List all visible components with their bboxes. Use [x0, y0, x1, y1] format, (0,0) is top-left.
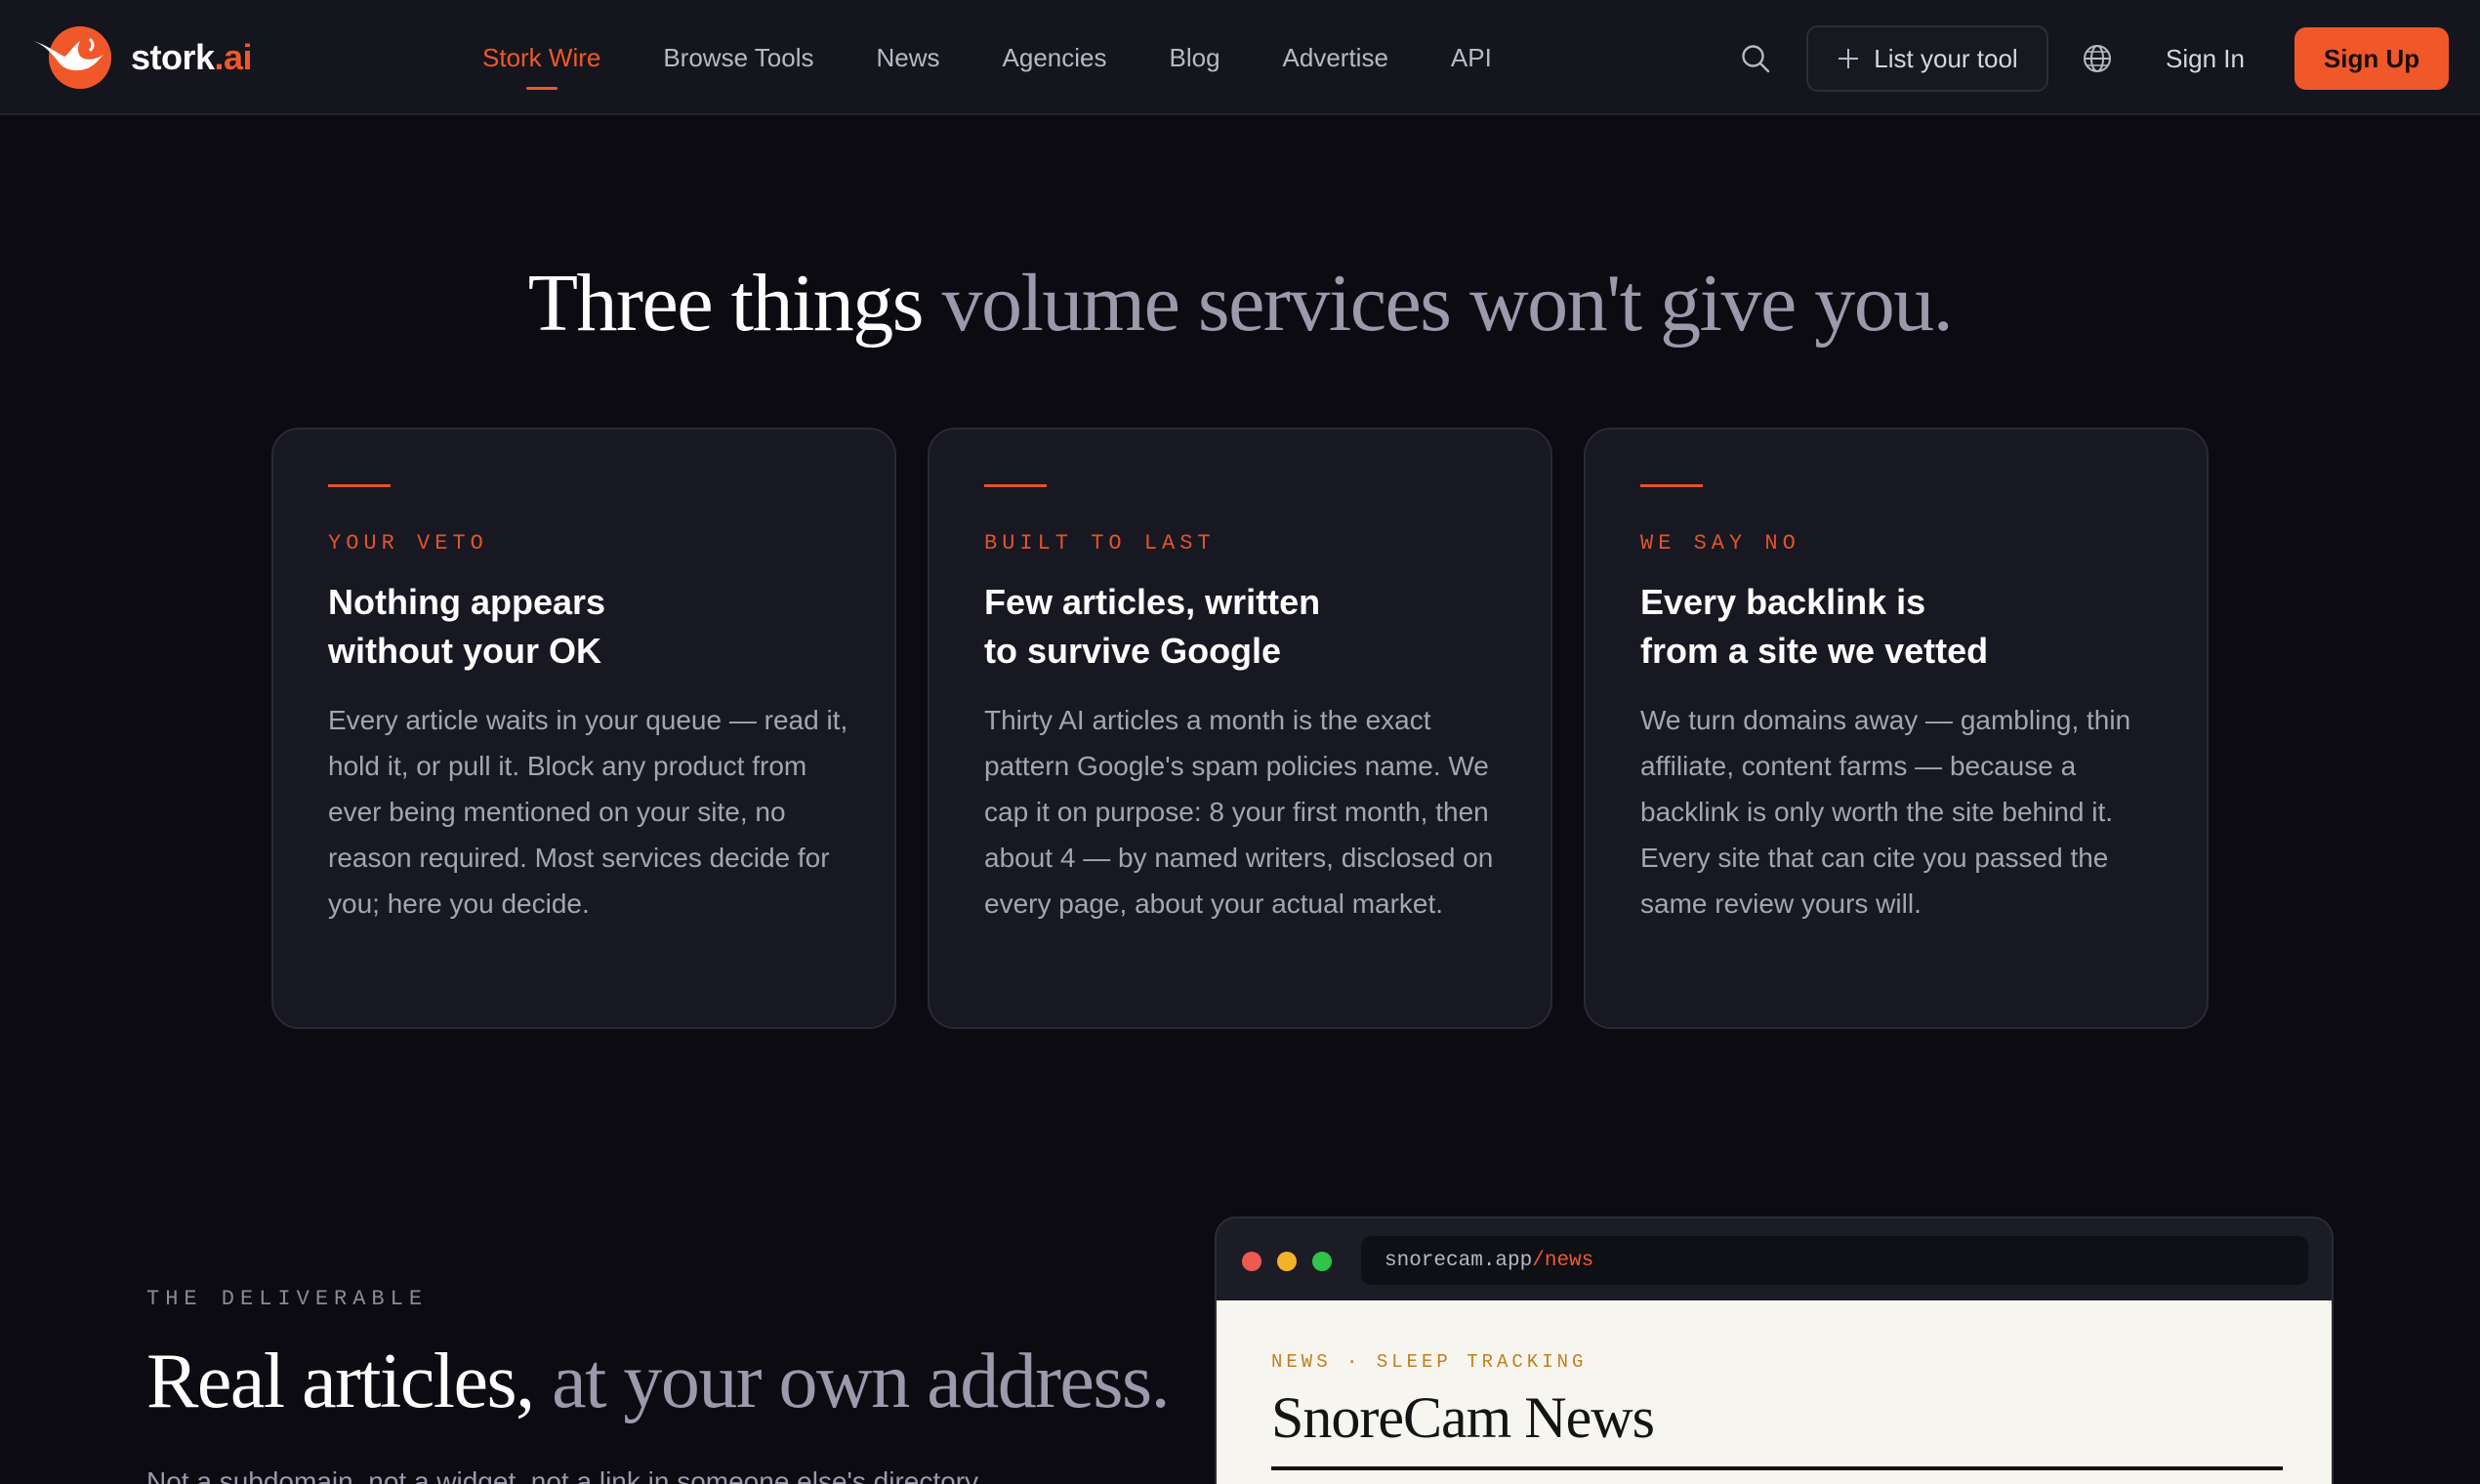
deliverable-title: Real articles, at your own address.	[146, 1338, 1171, 1426]
deliverable-description: Not a subdomain, not a widget, not a lin…	[146, 1466, 984, 1484]
nav-item-api[interactable]: API	[1451, 0, 1492, 115]
nav-item-blog[interactable]: Blog	[1169, 0, 1219, 115]
card-body: Every article waits in your queue — read…	[328, 705, 848, 919]
feature-card-veto: YOUR VETO Nothing appears without your O…	[271, 428, 896, 1029]
card-accent-rule	[984, 484, 1047, 487]
deliverable-eyebrow: THE DELIVERABLE	[146, 1287, 429, 1311]
nav-item-browse-tools[interactable]: Browse Tools	[663, 0, 813, 115]
window-close-dot	[1242, 1252, 1261, 1271]
language-button[interactable]	[2078, 39, 2117, 78]
window-maximize-dot	[1312, 1252, 1332, 1271]
sign-in-link[interactable]: Sign In	[2166, 25, 2245, 92]
plus-icon	[1839, 49, 1859, 68]
card-title: Nothing appears without your OK	[328, 582, 606, 671]
url-path: /news	[1532, 1249, 1594, 1272]
preview-page: NEWS · SLEEP TRACKING SnoreCam News	[1217, 1300, 2332, 1484]
window-minimize-dot	[1277, 1252, 1297, 1271]
main-nav: Stork Wire Browse Tools News Agencies Blog Ad…	[482, 0, 1554, 115]
nav-item-stork-wire[interactable]: Stork Wire	[482, 0, 600, 115]
card-accent-rule	[328, 484, 391, 487]
feature-card-we-say-no: WE SAY NO Every backlink is from a site …	[1584, 428, 2209, 1029]
browser-preview: snorecam.app/news NEWS · SLEEP TRACKING …	[1215, 1216, 2334, 1484]
sign-up-button[interactable]: Sign Up	[2294, 27, 2449, 90]
search-button[interactable]	[1734, 37, 1777, 80]
card-title: Few articles, written to survive Google	[984, 582, 1321, 671]
list-your-tool-button[interactable]: List your tool	[1806, 25, 2048, 92]
address-bar: snorecam.app/news	[1361, 1236, 2308, 1285]
browser-toolbar: snorecam.app/news	[1217, 1218, 2332, 1300]
preview-page-title: SnoreCam News	[1271, 1385, 1655, 1450]
card-eyebrow: WE SAY NO	[1640, 531, 1800, 556]
list-your-tool-label: List your tool	[1874, 43, 2018, 73]
top-navbar: stork.ai Stork Wire Browse Tools News Agenc…	[0, 0, 2480, 115]
preview-page-rule	[1271, 1466, 2283, 1470]
headline-strong: Three things	[527, 258, 925, 349]
logo-wordmark: stork.ai	[131, 37, 253, 77]
nav-item-agencies[interactable]: Agencies	[1003, 0, 1107, 115]
card-eyebrow: BUILT TO LAST	[984, 531, 1216, 556]
feature-card-built-to-last: BUILT TO LAST Few articles, written to s…	[928, 428, 1552, 1029]
section-headline: Three things volume services won't give …	[0, 256, 2480, 350]
stork-logo-icon	[31, 25, 117, 90]
card-body: We turn domains away — gambling, thin af…	[1640, 705, 2131, 919]
deliverable-title-muted: at your own address.	[552, 1339, 1171, 1424]
url-host: snorecam.app	[1385, 1249, 1533, 1272]
search-icon	[1742, 45, 1770, 73]
preview-page-eyebrow: NEWS · SLEEP TRACKING	[1271, 1351, 1588, 1373]
deliverable-title-strong: Real articles,	[146, 1339, 535, 1424]
nav-item-news[interactable]: News	[877, 0, 940, 115]
globe-icon	[2084, 45, 2111, 72]
card-title: Every backlink is from a site we vetted	[1640, 582, 1989, 671]
card-accent-rule	[1640, 484, 1703, 487]
card-body: Thirty AI articles a month is the exact …	[984, 705, 1494, 919]
logo[interactable]: stork.ai	[31, 25, 253, 90]
headline-muted: volume services won't give you.	[941, 258, 1953, 349]
nav-item-advertise[interactable]: Advertise	[1283, 0, 1388, 115]
card-eyebrow: YOUR VETO	[328, 531, 488, 556]
